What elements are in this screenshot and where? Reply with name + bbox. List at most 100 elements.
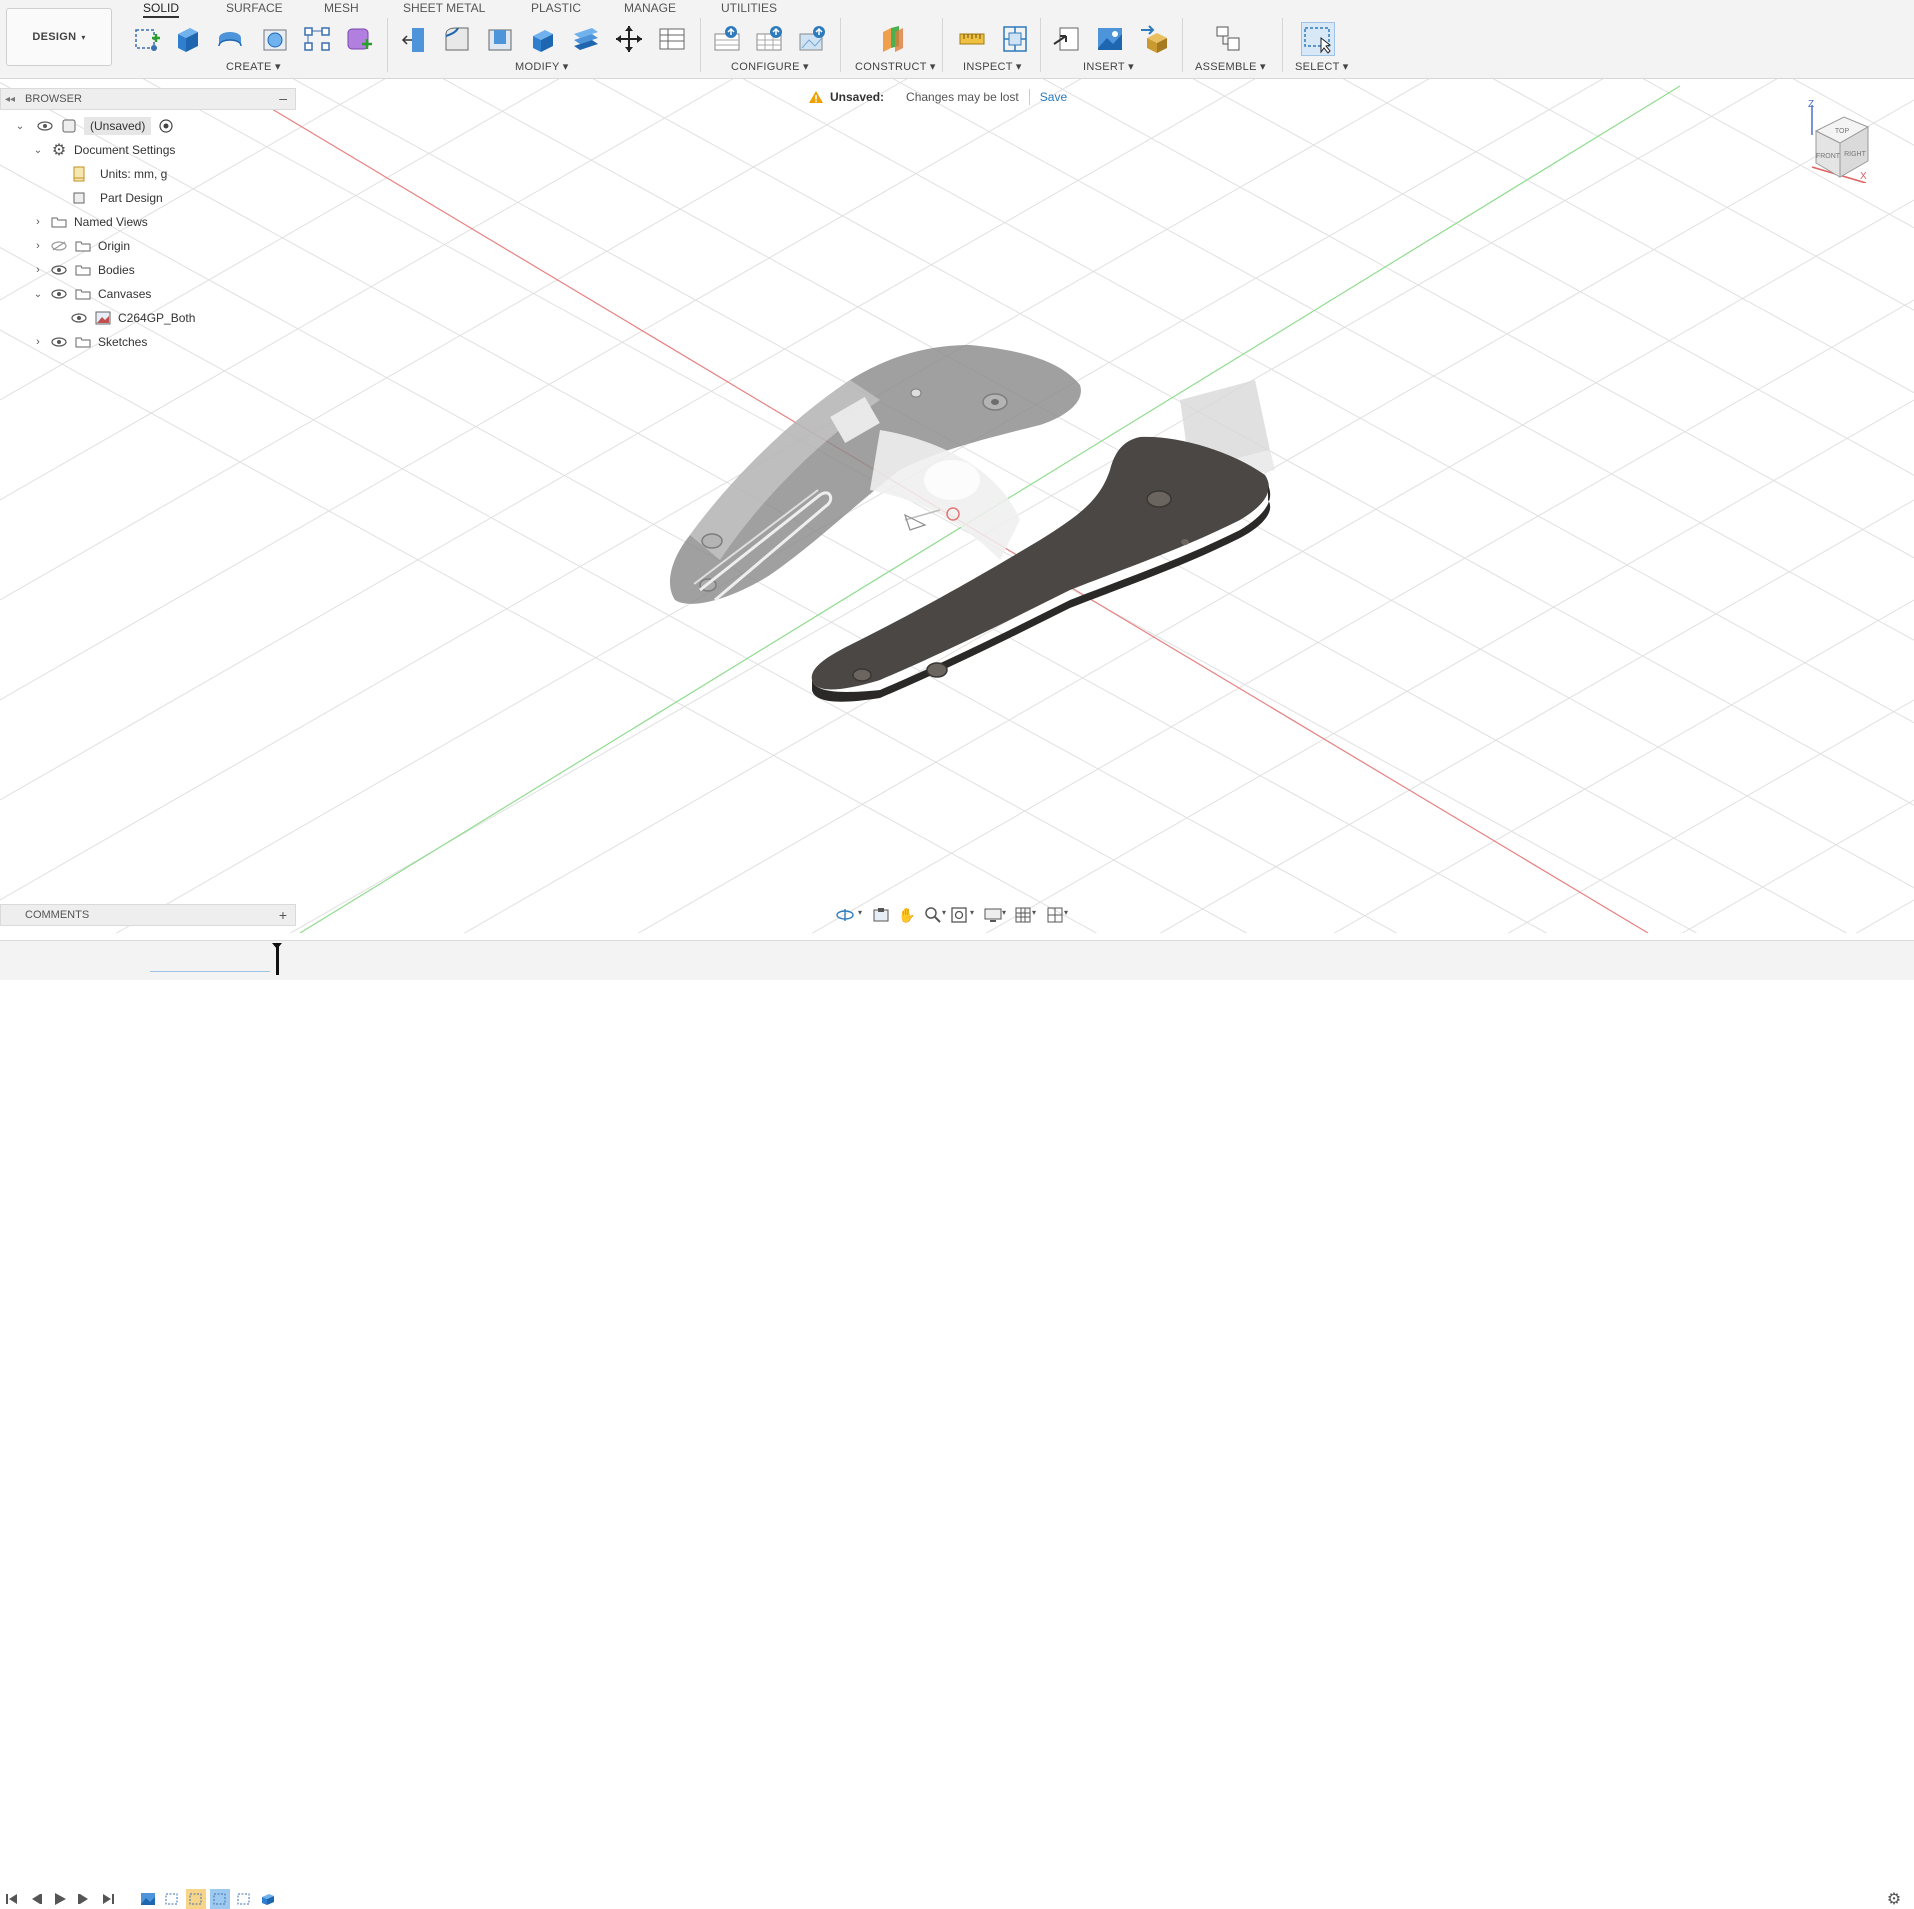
chevron-down-icon[interactable]: ▾	[1064, 908, 1068, 917]
timeline-feature-sketch-1[interactable]	[162, 1889, 182, 1909]
timeline-settings-button[interactable]: ⚙	[1884, 1889, 1904, 1909]
timeline-feature-sketch-4[interactable]	[234, 1889, 254, 1909]
unsaved-banner: Unsaved: Changes may be lost Save	[808, 86, 1067, 108]
save-link[interactable]: Save	[1040, 90, 1067, 104]
tree-item-canvases[interactable]: ⌄ Canvases	[32, 283, 152, 305]
display-settings-button[interactable]	[982, 904, 1004, 926]
hole-button[interactable]	[258, 22, 292, 56]
tab-mesh[interactable]: MESH	[324, 0, 359, 16]
chevron-down-icon[interactable]: ▾	[970, 908, 974, 917]
tab-sheet-metal[interactable]: SHEET METAL	[403, 0, 485, 16]
eye-icon[interactable]	[50, 333, 68, 351]
workspace-switcher[interactable]: DESIGN ▾	[6, 8, 112, 66]
viewports-button[interactable]	[1044, 904, 1066, 926]
timeline-first-button[interactable]	[2, 1889, 22, 1909]
timeline-last-button[interactable]	[98, 1889, 118, 1909]
timeline-play-button[interactable]	[50, 1889, 70, 1909]
configure-menu[interactable]: CONFIGURE ▾	[731, 60, 809, 73]
configure-tool-1-button[interactable]	[710, 22, 744, 56]
view-cube-graphic[interactable]: TOP FRONT RIGHT	[1800, 103, 1880, 184]
select-menu[interactable]: SELECT ▾	[1295, 60, 1349, 73]
split-body-button[interactable]	[568, 22, 602, 56]
tree-item-named-views[interactable]: › Named Views	[32, 211, 148, 233]
joint-button[interactable]	[1212, 22, 1246, 56]
construct-menu[interactable]: CONSTRUCT ▾	[855, 60, 936, 73]
fit-button[interactable]	[948, 904, 970, 926]
revolve-button[interactable]	[213, 22, 247, 56]
extrude-button[interactable]	[170, 22, 204, 56]
chevron-right-icon[interactable]: ›	[32, 213, 44, 231]
minimize-icon[interactable]: –	[279, 90, 287, 106]
assemble-menu[interactable]: ASSEMBLE ▾	[1195, 60, 1266, 73]
timeline-marker[interactable]	[276, 945, 279, 975]
combine-button[interactable]	[525, 22, 559, 56]
timeline-next-button[interactable]	[74, 1889, 94, 1909]
insert-mcmaster-button[interactable]	[1137, 22, 1171, 56]
tab-manage[interactable]: MANAGE	[624, 0, 676, 16]
eye-hidden-icon[interactable]	[50, 237, 68, 255]
tab-solid[interactable]: SOLID	[143, 0, 180, 18]
comments-panel-header[interactable]: COMMENTS +	[0, 904, 296, 926]
configure-tool-2-button[interactable]	[752, 22, 786, 56]
timeline-feature-sketch-3[interactable]	[210, 1889, 230, 1909]
fillet-button[interactable]	[440, 22, 474, 56]
eye-icon[interactable]	[36, 117, 54, 135]
pattern-button[interactable]	[300, 22, 334, 56]
inspect-menu[interactable]: INSPECT ▾	[963, 60, 1022, 73]
press-pull-button[interactable]	[398, 22, 432, 56]
chevron-down-icon[interactable]: ▾	[858, 908, 862, 917]
section-analysis-button[interactable]	[998, 22, 1032, 56]
chevron-down-icon[interactable]: ▾	[942, 908, 946, 917]
eye-icon[interactable]	[50, 285, 68, 303]
chevron-down-icon[interactable]: ▾	[1002, 908, 1006, 917]
tree-item-origin[interactable]: › Origin	[32, 235, 130, 257]
tree-item-bodies[interactable]: › Bodies	[32, 259, 135, 281]
add-comment-icon[interactable]: +	[279, 907, 287, 923]
offset-plane-button[interactable]	[875, 22, 909, 56]
insert-derive-button[interactable]	[1050, 22, 1084, 56]
tree-item-document-settings[interactable]: ⌄ ⚙ Document Settings	[32, 139, 176, 161]
chevron-right-icon[interactable]: ›	[32, 333, 44, 351]
tab-plastic[interactable]: PLASTIC	[531, 0, 581, 16]
insert-menu[interactable]: INSERT ▾	[1083, 60, 1134, 73]
shell-button[interactable]	[483, 22, 517, 56]
grid-settings-button[interactable]	[1012, 904, 1034, 926]
pan-button[interactable]: ✋	[896, 904, 918, 926]
chevron-down-icon[interactable]: ▾	[1032, 908, 1036, 917]
configure-tool-3-button[interactable]	[795, 22, 829, 56]
create-form-button[interactable]	[342, 22, 376, 56]
chevron-down-icon[interactable]: ⌄	[32, 285, 44, 303]
collapse-panel-icon[interactable]: ◂◂	[5, 94, 15, 105]
tree-item-part-design[interactable]: Part Design	[70, 187, 163, 209]
timeline-feature-canvas[interactable]	[138, 1889, 158, 1909]
eye-icon[interactable]	[70, 309, 88, 327]
look-at-button[interactable]	[870, 904, 892, 926]
tree-item-units[interactable]: Units: mm, g	[70, 163, 167, 185]
change-parameters-button[interactable]	[655, 22, 689, 56]
active-indicator-icon[interactable]	[157, 117, 175, 135]
tree-item-sketches[interactable]: › Sketches	[32, 331, 147, 353]
eye-icon[interactable]	[50, 261, 68, 279]
tab-utilities[interactable]: UTILITIES	[721, 0, 777, 16]
zoom-button[interactable]	[922, 904, 944, 926]
tree-root[interactable]: ⌄ (Unsaved)	[14, 115, 181, 137]
insert-canvas-button[interactable]	[1093, 22, 1127, 56]
move-copy-button[interactable]	[612, 22, 646, 56]
chevron-right-icon[interactable]: ›	[32, 261, 44, 279]
timeline-prev-button[interactable]	[26, 1889, 46, 1909]
orbit-button[interactable]	[834, 904, 856, 926]
timeline-feature-sketch-2[interactable]	[186, 1889, 206, 1909]
chevron-right-icon[interactable]: ›	[32, 237, 44, 255]
chevron-down-icon[interactable]: ⌄	[14, 117, 26, 135]
create-sketch-button[interactable]	[130, 22, 164, 56]
measure-button[interactable]	[955, 22, 989, 56]
create-menu[interactable]: CREATE ▾	[226, 60, 281, 73]
canvas-viewport[interactable]: TOP FRONT RIGHT Z X	[0, 79, 1914, 933]
tab-surface[interactable]: SURFACE	[226, 0, 283, 16]
select-button[interactable]	[1301, 22, 1335, 56]
view-cube[interactable]: TOP FRONT RIGHT Z X	[1800, 99, 1880, 184]
modify-menu[interactable]: MODIFY ▾	[515, 60, 569, 73]
tree-item-canvas-image[interactable]: C264GP_Both	[70, 307, 195, 329]
chevron-down-icon[interactable]: ⌄	[32, 141, 44, 159]
timeline-feature-extrude[interactable]	[258, 1889, 278, 1909]
